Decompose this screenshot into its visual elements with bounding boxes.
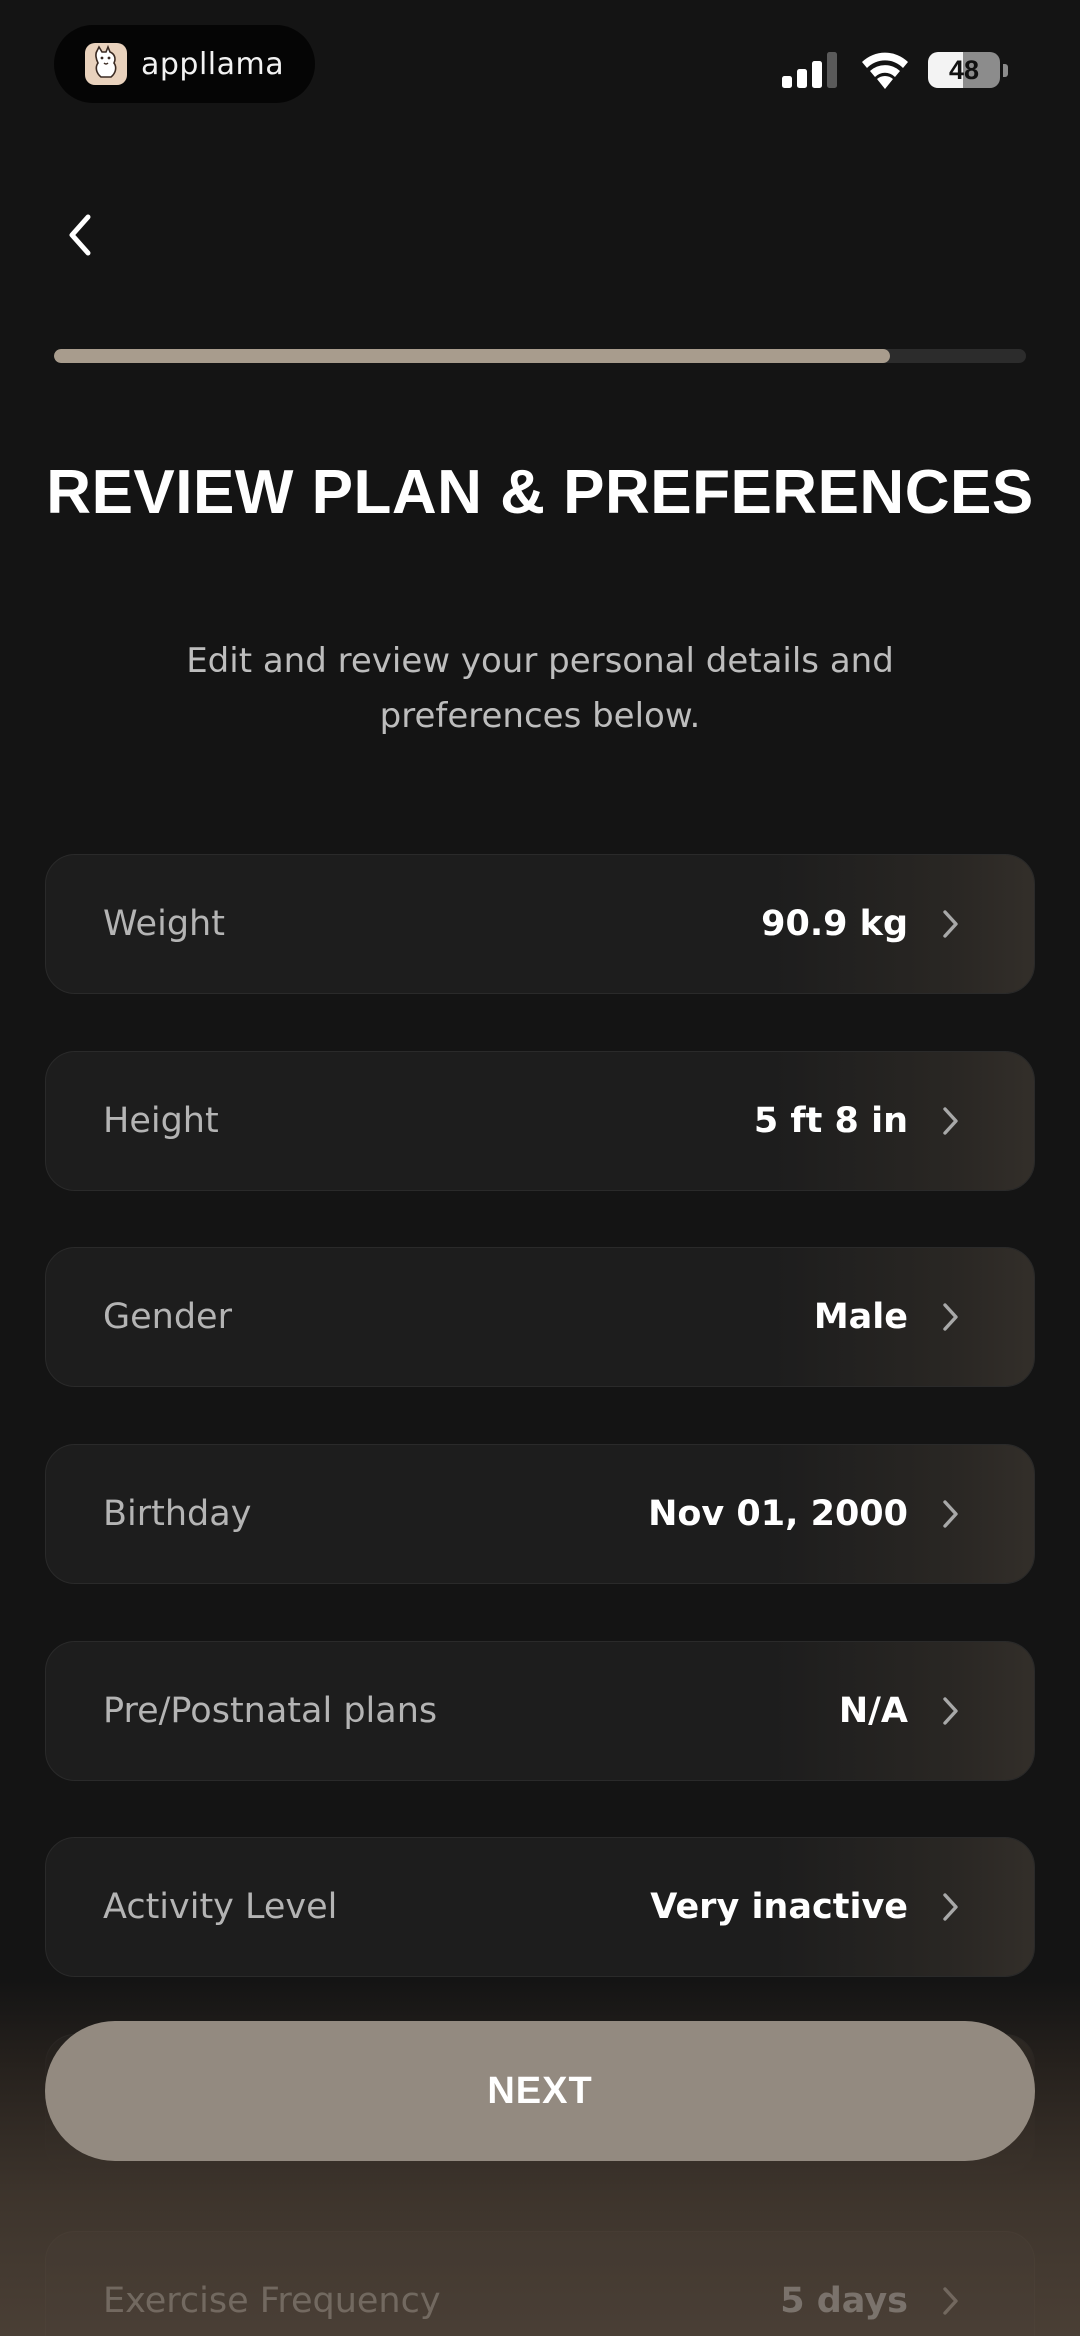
row-label: Birthday xyxy=(103,1494,252,1534)
row-label: Gender xyxy=(103,1297,232,1337)
chevron-right-icon xyxy=(943,1107,958,1135)
row-label: Exercise Frequency xyxy=(103,2281,441,2321)
llama-logo-icon xyxy=(85,43,127,85)
row-label: Pre/Postnatal plans xyxy=(103,1691,438,1731)
review-plan-screen: appllama 48 REVIEW PLAN & PREFERENCES Ed… xyxy=(0,0,1080,2336)
gender-row[interactable]: Gender Male xyxy=(45,1247,1035,1387)
back-button[interactable] xyxy=(48,200,112,270)
app-brand-pill: appllama xyxy=(54,25,315,103)
status-icons: 48 xyxy=(782,50,1008,90)
page-subtitle: Edit and review your personal details an… xyxy=(186,641,894,736)
row-label: Height xyxy=(103,1101,219,1141)
row-value: 5 days xyxy=(780,2281,908,2321)
row-value: Male xyxy=(813,1297,908,1337)
chevron-right-icon xyxy=(943,1303,958,1331)
row-value: N/A xyxy=(838,1691,908,1731)
pre-postnatal-row[interactable]: Pre/Postnatal plans N/A xyxy=(45,1641,1035,1781)
cellular-signal-icon xyxy=(782,52,837,88)
activity-level-row[interactable]: Activity Level Very inactive xyxy=(45,1837,1035,1977)
next-button[interactable]: NEXT xyxy=(45,2021,1035,2161)
battery-cap xyxy=(1003,63,1008,77)
page-title: REVIEW PLAN & PREFERENCES xyxy=(46,458,1034,527)
weight-row[interactable]: Weight 90.9 kg xyxy=(45,854,1035,994)
chevron-right-icon xyxy=(943,1893,958,1921)
row-label: Activity Level xyxy=(103,1887,338,1927)
row-value: 5 ft 8 in xyxy=(753,1101,908,1141)
chevron-right-icon xyxy=(943,1500,958,1528)
onboarding-progress-bar xyxy=(54,349,1026,363)
birthday-row[interactable]: Birthday Nov 01, 2000 xyxy=(45,1444,1035,1584)
progress-fill xyxy=(54,349,890,363)
chevron-right-icon xyxy=(943,2287,958,2315)
chevron-left-icon xyxy=(69,214,91,256)
row-value: Very inactive xyxy=(650,1887,908,1927)
brand-name: appllama xyxy=(141,46,285,82)
chevron-right-icon xyxy=(943,910,958,938)
exercise-frequency-row[interactable]: Exercise Frequency 5 days xyxy=(45,2231,1035,2336)
row-value: 90.9 kg xyxy=(761,904,908,944)
row-label: Weight xyxy=(103,904,225,944)
height-row[interactable]: Height 5 ft 8 in xyxy=(45,1051,1035,1191)
wifi-icon xyxy=(862,52,908,89)
chevron-right-icon xyxy=(943,1697,958,1725)
battery-level: 48 xyxy=(948,54,980,85)
battery-icon: 48 xyxy=(928,52,1000,88)
row-value: Nov 01, 2000 xyxy=(648,1494,908,1534)
